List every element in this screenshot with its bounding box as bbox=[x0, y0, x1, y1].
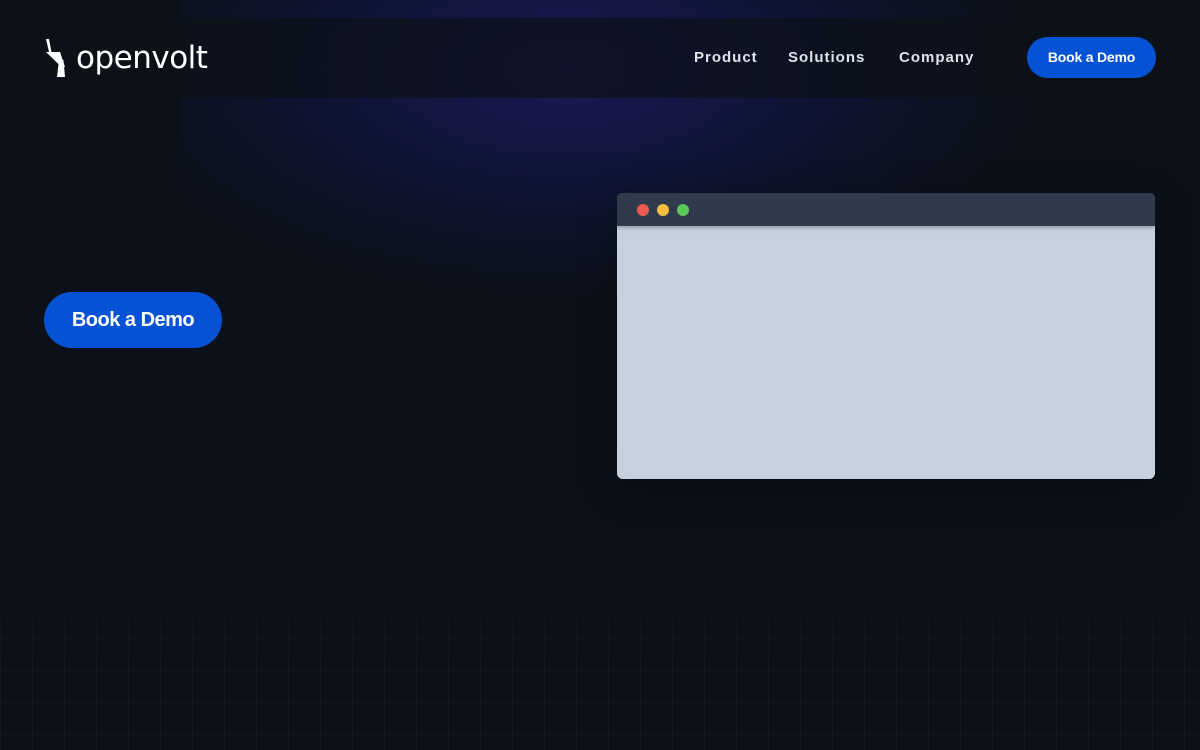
brand-name: openvolt bbox=[76, 40, 208, 76]
window-close-dot-icon bbox=[637, 203, 649, 216]
brand-logo-link[interactable]: openvolt bbox=[44, 38, 208, 78]
browser-window-mockup bbox=[617, 193, 1155, 479]
browser-content-placeholder bbox=[617, 226, 1155, 479]
nav-item-company[interactable]: Company bbox=[899, 46, 974, 70]
landing-page: openvolt Product Solutions Company Book … bbox=[0, 0, 1200, 750]
window-minimize-dot-icon bbox=[657, 203, 669, 216]
lightning-bolt-icon bbox=[46, 39, 65, 77]
background-grid bbox=[0, 560, 1200, 750]
site-header: openvolt Product Solutions Company Book … bbox=[0, 18, 1200, 98]
nav-item-solutions[interactable]: Solutions bbox=[788, 46, 865, 70]
header-book-demo-button[interactable]: Book a Demo bbox=[1027, 37, 1156, 78]
window-maximize-dot-icon bbox=[677, 203, 689, 216]
hero-book-demo-button[interactable]: Book a Demo bbox=[44, 292, 222, 348]
browser-title-bar bbox=[617, 193, 1155, 226]
nav-item-product[interactable]: Product bbox=[694, 46, 758, 70]
